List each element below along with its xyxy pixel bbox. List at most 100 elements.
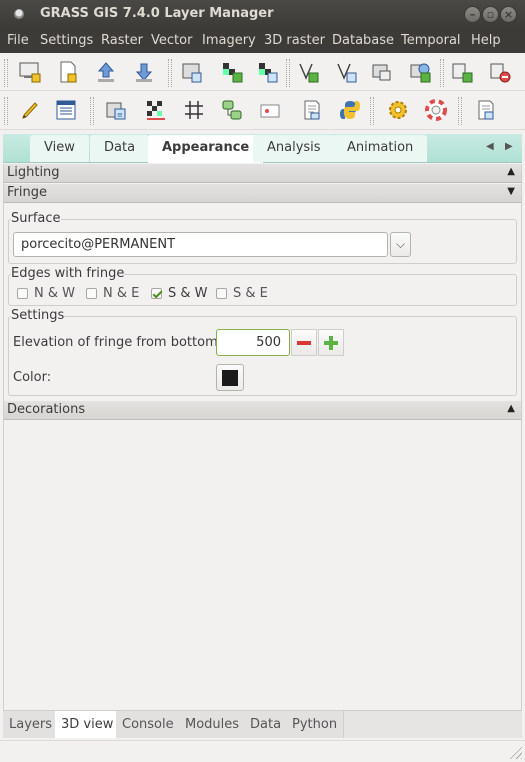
map-calculator-icon[interactable]: ≡ <box>102 96 130 124</box>
tab-analysis[interactable]: Analysis <box>253 135 335 162</box>
georectify-icon[interactable] <box>142 96 170 124</box>
edge-nw-label: N & W <box>34 285 75 301</box>
menu-settings[interactable]: Settings <box>40 33 93 48</box>
resize-grip-icon[interactable] <box>508 745 522 759</box>
tab-data[interactable]: Data <box>90 135 150 162</box>
graphical-modeler-icon[interactable] <box>180 96 208 124</box>
menu-raster[interactable]: Raster <box>101 33 143 48</box>
settings-icon[interactable] <box>384 96 412 124</box>
menu-help[interactable]: Help <box>471 33 501 48</box>
svg-text:≡: ≡ <box>117 111 123 119</box>
toolbar-separator <box>4 97 8 125</box>
edge-ne-label: N & E <box>103 285 140 301</box>
notebook-tab-bar: View Data Appearance Analysis Animation … <box>3 131 522 163</box>
new-workspace-icon[interactable] <box>54 58 82 86</box>
decorations-section-header[interactable]: Decorations ▲ <box>4 401 521 420</box>
checkbox-box[interactable] <box>86 287 97 299</box>
decrement-button[interactable] <box>291 329 317 356</box>
lighting-section-header[interactable]: Lighting ▲ <box>4 164 521 183</box>
collapse-icon: ▼ <box>507 186 515 197</box>
quit-icon[interactable] <box>472 96 500 124</box>
checkbox-box[interactable] <box>17 287 28 299</box>
fringe-section-header[interactable]: Fringe ▼ <box>4 184 521 203</box>
map-swipe-icon[interactable] <box>218 96 246 124</box>
surface-group-title: Surface <box>11 211 61 226</box>
tab-view[interactable]: View <box>30 135 89 162</box>
window-title: GRASS GIS 7.4.0 Layer Manager <box>40 6 274 21</box>
toolbar-separator <box>286 59 290 87</box>
add-web-service-icon[interactable] <box>368 58 396 86</box>
menu-file[interactable]: File <box>7 33 29 48</box>
attribute-table-icon[interactable] <box>52 96 80 124</box>
add-raster-icon[interactable] <box>178 58 206 86</box>
close-button[interactable]: × <box>500 6 517 23</box>
toolbar-separator <box>440 59 444 87</box>
color-label: Color: <box>13 370 52 385</box>
status-bar <box>0 740 525 762</box>
tab-console[interactable]: Console <box>116 711 181 738</box>
minus-icon <box>297 340 311 345</box>
chevron-down-icon[interactable]: ⌵ <box>390 232 411 257</box>
tab-modules[interactable]: Modules <box>179 711 247 738</box>
decorations-label: Decorations <box>7 402 86 417</box>
bottom-tab-bar: Layers 3D view Console Modules Data Pyth… <box>3 710 522 738</box>
edge-se-checkbox[interactable]: S & E <box>216 285 268 301</box>
menu-imagery[interactable]: Imagery <box>202 33 256 48</box>
tab-3d-view[interactable]: 3D view <box>55 711 121 738</box>
edge-nw-checkbox[interactable]: N & W <box>17 285 75 301</box>
edge-sw-label: S & W <box>168 285 208 301</box>
settings-group <box>8 316 517 396</box>
title-bar: GRASS GIS 7.4.0 Layer Manager – ▫ × <box>0 0 525 28</box>
delete-layer-icon[interactable] <box>486 58 514 86</box>
toolbar-separator <box>458 97 462 125</box>
edge-ne-checkbox[interactable]: N & E <box>86 285 140 301</box>
new-display-icon[interactable] <box>16 58 44 86</box>
menu-bar: File Settings Raster Vector Imagery 3D r… <box>0 28 525 53</box>
python-icon[interactable] <box>336 96 364 124</box>
menu-vector[interactable]: Vector <box>151 33 192 48</box>
tab-data-catalog[interactable]: Data <box>244 711 289 738</box>
toolbar-separator <box>4 59 8 87</box>
expand-icon: ▲ <box>507 166 515 177</box>
toolbar-separator <box>90 97 94 125</box>
checkbox-box[interactable] <box>216 287 227 299</box>
add-vector-icon[interactable] <box>254 58 282 86</box>
add-vector-misc-icon[interactable] <box>294 58 322 86</box>
script-file-icon[interactable] <box>298 96 326 124</box>
elevation-spin-input[interactable]: 500 <box>216 329 290 356</box>
maximize-button[interactable]: ▫ <box>482 6 499 23</box>
add-layer-icon[interactable] <box>448 58 476 86</box>
import-icon[interactable] <box>130 58 158 86</box>
appearance-panel: Lighting ▲ Fringe ▼ Surface porcecito@PE… <box>3 164 522 736</box>
toolbar-separator <box>370 97 374 125</box>
tab-scroll-left-icon[interactable]: ◀ <box>486 141 494 152</box>
edges-group-title: Edges with fringe <box>11 266 125 281</box>
help-icon[interactable] <box>422 96 450 124</box>
menu-3d-raster[interactable]: 3D raster <box>264 33 325 48</box>
minimize-button[interactable]: – <box>464 6 481 23</box>
settings-group-title: Settings <box>11 308 65 323</box>
load-workspace-icon[interactable] <box>92 58 120 86</box>
tools-toolbar: ≡ <box>0 91 525 130</box>
lighting-label: Lighting <box>7 165 60 180</box>
surface-combobox[interactable]: porcecito@PERMANENT <box>13 232 388 257</box>
checkbox-box-checked[interactable] <box>151 287 162 299</box>
add-raster-misc-icon[interactable] <box>218 58 246 86</box>
increment-button[interactable] <box>318 329 344 356</box>
add-overlay-icon[interactable] <box>332 58 360 86</box>
fringe-label: Fringe <box>7 185 47 200</box>
vector-digitizer-icon[interactable] <box>16 96 44 124</box>
cartographic-composer-icon[interactable] <box>256 96 284 124</box>
edge-sw-checkbox[interactable]: S & W <box>151 285 208 301</box>
tab-scroll-right-icon[interactable]: ▶ <box>505 141 513 152</box>
tab-layers[interactable]: Layers <box>3 711 60 738</box>
tab-python[interactable]: Python <box>286 711 345 738</box>
edge-se-label: S & E <box>233 285 268 301</box>
color-picker-button[interactable] <box>216 364 244 391</box>
main-toolbar <box>0 53 525 91</box>
add-group-icon[interactable] <box>406 58 434 86</box>
menu-database[interactable]: Database <box>332 33 394 48</box>
tab-appearance[interactable]: Appearance <box>148 135 264 163</box>
menu-temporal[interactable]: Temporal <box>401 33 461 48</box>
tab-animation[interactable]: Animation <box>333 135 428 162</box>
